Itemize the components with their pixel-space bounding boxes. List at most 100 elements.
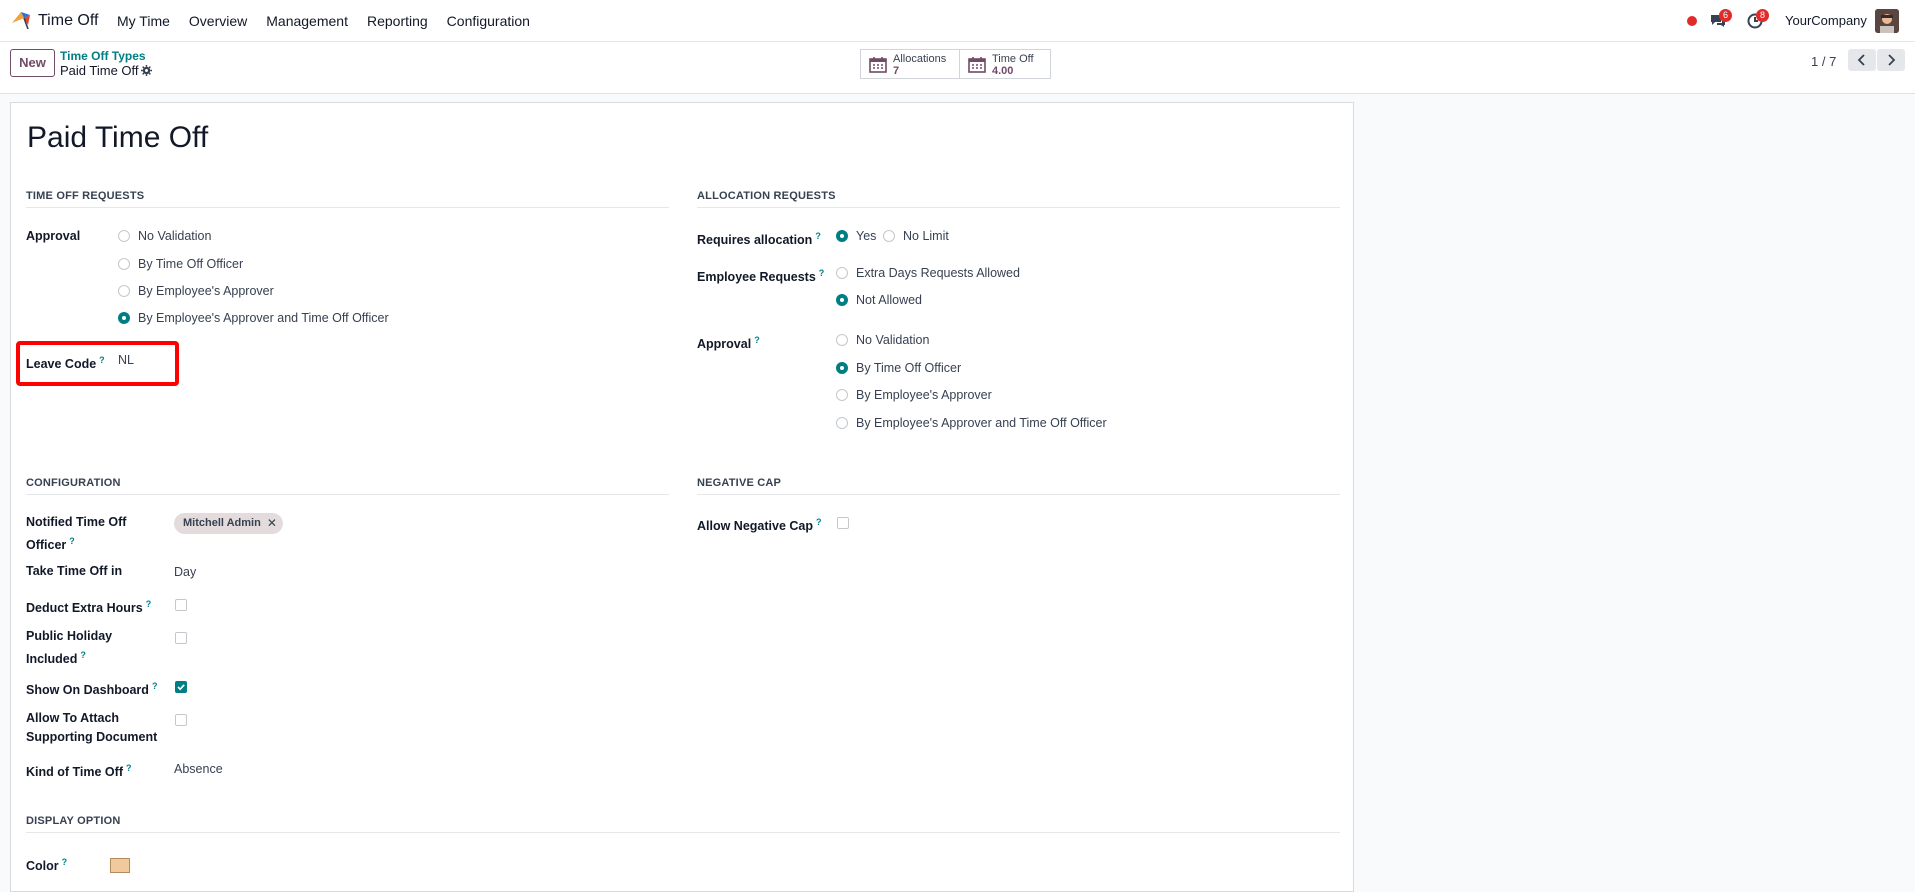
approval-option-time-off-officer[interactable]: By Time Off Officer — [118, 257, 243, 271]
employee-requests-label-text: Employee Requests — [697, 270, 816, 285]
pager-value[interactable]: 1 / 7 — [1811, 54, 1836, 69]
menu-my-time[interactable]: My Time — [117, 13, 170, 29]
option-label: Yes — [856, 229, 877, 243]
gear-icon[interactable] — [141, 65, 152, 76]
radio-button[interactable] — [118, 285, 130, 297]
help-icon[interactable]: ? — [62, 857, 68, 867]
public-holiday-checkbox[interactable] — [175, 632, 187, 644]
breadcrumb-current: Paid Time Off — [60, 63, 139, 78]
option-label: Not Allowed — [856, 293, 923, 307]
allow-negative-cap-checkbox[interactable] — [837, 517, 849, 529]
option-label: No Limit — [903, 229, 949, 243]
time-off-label: Time Off — [992, 53, 1034, 65]
help-icon[interactable]: ? — [815, 231, 821, 241]
color-swatch[interactable] — [110, 858, 130, 873]
take-time-off-in-field[interactable]: Day — [174, 565, 196, 579]
radio-button[interactable] — [118, 258, 130, 270]
allow-attach-label-line1: Allow To Attach — [26, 711, 120, 725]
option-label: No Validation — [856, 333, 930, 347]
new-button[interactable]: New — [10, 49, 55, 77]
allocation-approval-approver-and-officer[interactable]: By Employee's Approver and Time Off Offi… — [836, 416, 1107, 430]
allocation-approval-label-text: Approval — [697, 337, 752, 352]
allocation-approval-time-off-officer[interactable]: By Time Off Officer — [836, 361, 961, 375]
radio-button[interactable] — [883, 230, 895, 242]
allow-attach-label: Allow To Attach Supporting Document — [26, 709, 157, 747]
section-time-off-requests: TIME OFF REQUESTS — [26, 190, 669, 208]
help-icon[interactable]: ? — [754, 335, 760, 345]
help-icon[interactable]: ? — [152, 681, 158, 691]
record-title[interactable]: Paid Time Off — [27, 121, 208, 155]
menu-reporting[interactable]: Reporting — [367, 13, 428, 29]
app-name[interactable]: Time Off — [38, 12, 98, 30]
allow-negative-cap-label: Allow Negative Cap? — [697, 513, 822, 536]
help-icon[interactable]: ? — [819, 268, 825, 278]
employee-requests-extra-days[interactable]: Extra Days Requests Allowed — [836, 266, 1020, 280]
help-icon[interactable]: ? — [99, 355, 105, 365]
calendar-icon — [968, 57, 986, 73]
approval-option-no-validation[interactable]: No Validation — [118, 229, 211, 243]
help-icon[interactable]: ? — [126, 763, 132, 773]
menu-configuration[interactable]: Configuration — [447, 13, 530, 29]
deduct-extra-hours-checkbox[interactable] — [175, 599, 187, 611]
company-switcher[interactable]: YourCompany — [1785, 13, 1867, 28]
option-label: By Time Off Officer — [138, 257, 244, 271]
help-icon[interactable]: ? — [146, 599, 152, 609]
pager-previous-button[interactable] — [1848, 49, 1876, 71]
employee-requests-not-allowed[interactable]: Not Allowed — [836, 293, 922, 307]
time-off-app-icon[interactable] — [10, 9, 32, 31]
recording-indicator[interactable] — [1687, 16, 1697, 26]
help-icon[interactable]: ? — [80, 650, 86, 660]
notified-officer-label: Notified Time Off Officer? — [26, 513, 126, 555]
help-icon[interactable]: ? — [816, 517, 822, 527]
option-label: By Employee's Approver and Time Off Offi… — [138, 311, 389, 325]
section-configuration: CONFIGURATION — [26, 477, 669, 495]
breadcrumb-parent[interactable]: Time Off Types — [60, 49, 146, 63]
radio-button-selected[interactable] — [118, 312, 130, 324]
control-panel: New Time Off Types Paid Time Off Allocat… — [0, 42, 1915, 94]
take-time-off-in-label: Take Time Off in — [26, 564, 123, 578]
option-label: Extra Days Requests Allowed — [856, 266, 1020, 280]
color-label-text: Color — [26, 859, 59, 874]
allow-attach-checkbox[interactable] — [175, 714, 187, 726]
radio-button[interactable] — [836, 334, 848, 346]
radio-button[interactable] — [836, 417, 848, 429]
leave-code-field[interactable]: NL — [118, 353, 134, 367]
allocations-smart-button[interactable]: Allocations 7 — [860, 49, 960, 79]
radio-button[interactable] — [118, 230, 130, 242]
section-allocation-requests: ALLOCATION REQUESTS — [697, 190, 1340, 208]
radio-button[interactable] — [836, 389, 848, 401]
show-on-dashboard-checkbox[interactable] — [175, 681, 187, 693]
show-on-dashboard-label: Show On Dashboard? — [26, 677, 157, 700]
form-sheet: Paid Time Off TIME OFF REQUESTS Approval… — [10, 102, 1354, 892]
menu-overview[interactable]: Overview — [189, 13, 247, 29]
activities-badge: 8 — [1756, 9, 1769, 22]
pager-next-button[interactable] — [1877, 49, 1905, 71]
allocations-label: Allocations — [893, 53, 947, 65]
allocation-approval-no-validation[interactable]: No Validation — [836, 333, 929, 347]
requires-allocation-no-limit[interactable]: No Limit — [883, 229, 949, 243]
requires-allocation-label: Requires allocation? — [697, 227, 821, 250]
radio-button-selected[interactable] — [836, 362, 848, 374]
radio-button[interactable] — [836, 267, 848, 279]
option-label: No Validation — [138, 229, 212, 243]
notified-officer-label-line2: Officer — [26, 538, 67, 553]
chevron-right-icon — [1888, 54, 1896, 66]
approval-option-employee-approver[interactable]: By Employee's Approver — [118, 284, 274, 298]
time-off-smart-button[interactable]: Time Off 4.00 — [959, 49, 1051, 79]
requires-allocation-yes[interactable]: Yes — [836, 229, 876, 243]
radio-button-selected[interactable] — [836, 230, 848, 242]
menu-management[interactable]: Management — [266, 13, 348, 29]
allocation-approval-employee-approver[interactable]: By Employee's Approver — [836, 388, 992, 402]
radio-button-selected[interactable] — [836, 294, 848, 306]
kind-of-time-off-field[interactable]: Absence — [174, 762, 223, 776]
public-holiday-label-line2: Included — [26, 652, 78, 667]
notified-officer-label-line1: Notified Time Off — [26, 515, 127, 529]
help-icon[interactable]: ? — [69, 536, 75, 546]
notified-officer-tag[interactable]: Mitchell Admin ✕ — [174, 513, 283, 534]
allow-negative-cap-label-text: Allow Negative Cap — [697, 519, 813, 534]
approval-option-approver-and-officer[interactable]: By Employee's Approver and Time Off Offi… — [118, 311, 389, 325]
remove-tag-icon[interactable]: ✕ — [267, 513, 277, 534]
calendar-icon — [869, 57, 887, 73]
user-avatar[interactable] — [1875, 9, 1899, 33]
allocations-count: 7 — [893, 65, 900, 77]
